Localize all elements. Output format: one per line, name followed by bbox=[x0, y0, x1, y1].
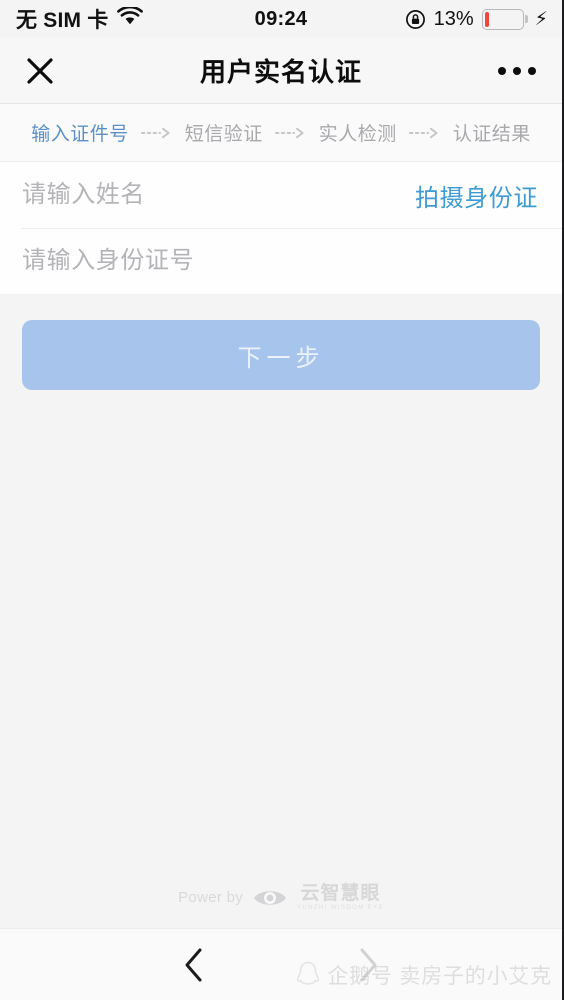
next-step-button[interactable]: 下一步 bbox=[22, 320, 540, 390]
more-options-icon[interactable] bbox=[498, 66, 536, 75]
step-item-liveness-check[interactable]: 实人检测 bbox=[319, 119, 397, 146]
identity-form: 拍摄身份证 bbox=[0, 162, 562, 294]
power-by-label: Power by bbox=[178, 889, 244, 906]
name-field-row: 拍摄身份证 bbox=[0, 162, 562, 228]
shoot-id-card-link[interactable]: 拍摄身份证 bbox=[415, 178, 538, 213]
carrier-label: 无 SIM 卡 bbox=[16, 9, 109, 32]
battery-percent-label: 13% bbox=[433, 7, 474, 30]
status-bar-left: 无 SIM 卡 bbox=[16, 4, 144, 34]
lightning-bolt-icon: ⚡ bbox=[534, 8, 548, 30]
brand-name-en: YUNZHI WISDOM EYE bbox=[297, 905, 384, 911]
step-item-sms-verify[interactable]: 短信验证 bbox=[185, 119, 263, 146]
battery-icon bbox=[481, 8, 524, 30]
action-area: 下一步 bbox=[0, 294, 562, 390]
browser-bottom-nav bbox=[0, 928, 562, 1000]
chevron-right-icon[interactable] bbox=[356, 947, 380, 983]
dotted-arrow-icon bbox=[274, 127, 308, 139]
dotted-arrow-icon bbox=[408, 127, 442, 139]
page-title: 用户实名认证 bbox=[199, 57, 362, 87]
id-number-field-row bbox=[0, 228, 562, 294]
rotation-lock-icon bbox=[405, 9, 426, 30]
phone-screen: 无 SIM 卡 09:24 13% ⚡ 用户实名认证 输入证件号 短信验证 实人… bbox=[0, 0, 564, 1000]
chevron-left-icon[interactable] bbox=[182, 947, 206, 983]
step-indicator: 输入证件号 短信验证 实人检测 认证结果 bbox=[0, 104, 562, 162]
brand-name-cn: 云智慧眼 bbox=[300, 883, 381, 904]
app-header: 用户实名认证 bbox=[0, 38, 562, 104]
eye-logo-icon bbox=[253, 886, 287, 910]
powered-by-footer: Power by 云智慧眼 YUNZHI WISDOM EYE bbox=[0, 884, 562, 911]
step-item-input-id[interactable]: 输入证件号 bbox=[31, 119, 129, 146]
name-input[interactable] bbox=[22, 181, 401, 209]
brand-name: 云智慧眼 YUNZHI WISDOM EYE bbox=[297, 884, 384, 911]
battery-fill bbox=[484, 11, 490, 27]
id-number-input[interactable] bbox=[22, 247, 538, 275]
wifi-icon bbox=[117, 5, 144, 31]
status-bar-right: 13% ⚡ bbox=[405, 8, 548, 31]
status-bar: 无 SIM 卡 09:24 13% ⚡ bbox=[0, 0, 562, 38]
close-icon[interactable] bbox=[24, 55, 56, 87]
step-item-result[interactable]: 认证结果 bbox=[453, 119, 531, 146]
dotted-arrow-icon bbox=[140, 127, 174, 139]
